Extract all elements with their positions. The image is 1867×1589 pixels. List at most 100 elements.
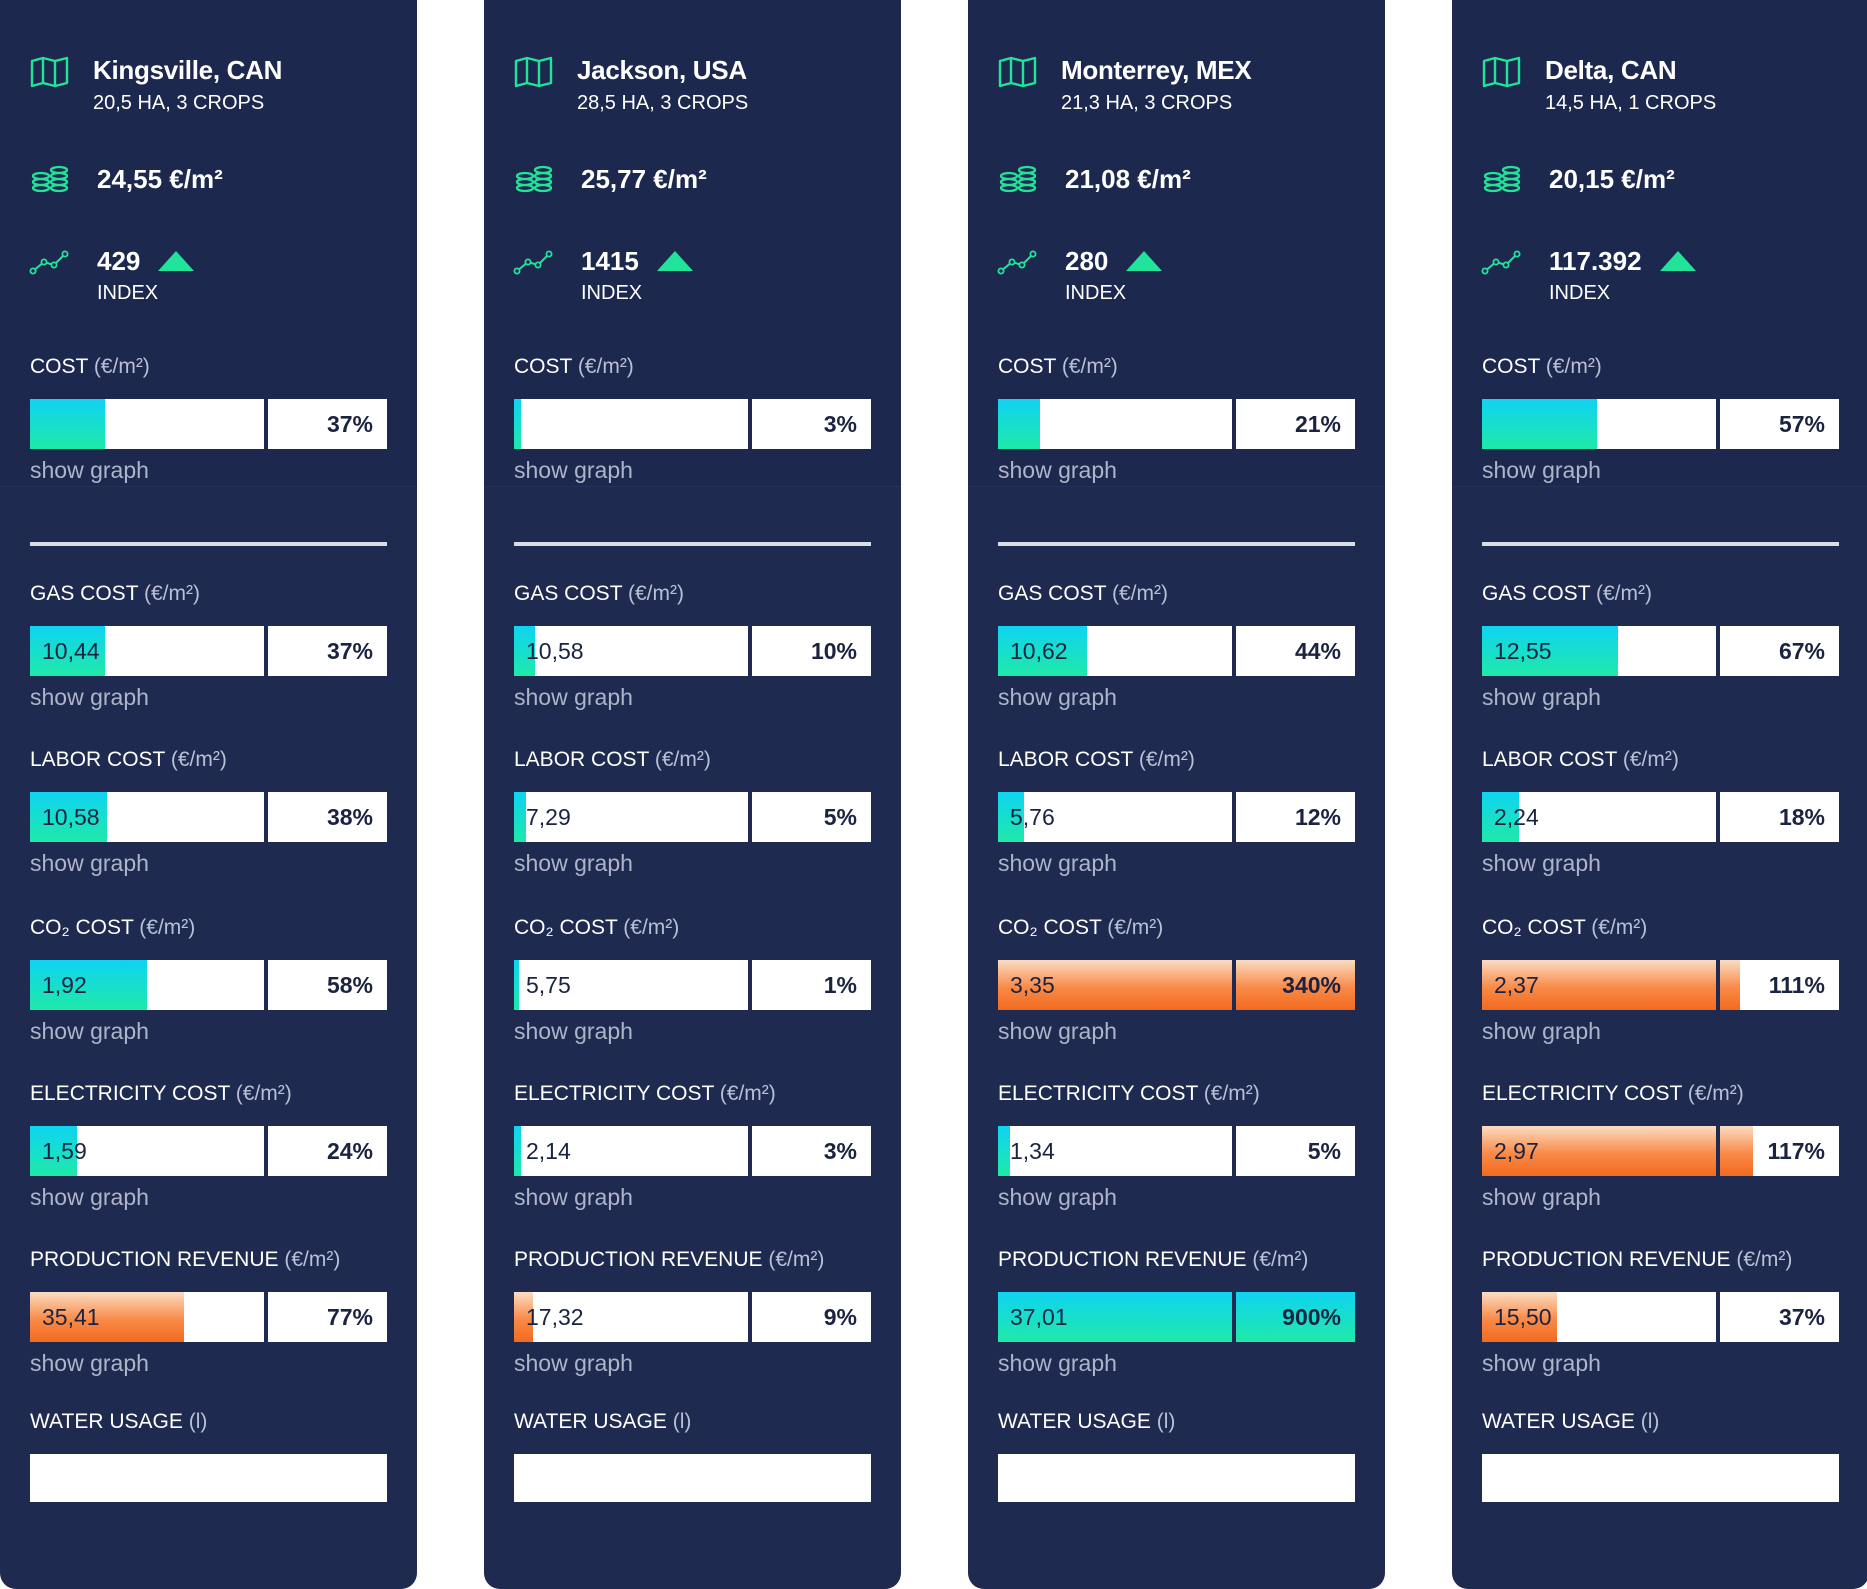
show-graph-link[interactable]: show graph: [30, 457, 149, 484]
show-graph-link[interactable]: show graph: [514, 850, 633, 877]
price-per-m2: 24,55 €/m²: [97, 164, 223, 194]
show-graph-link[interactable]: show graph: [514, 1018, 633, 1045]
show-graph-link[interactable]: show graph: [1482, 684, 1601, 711]
metric-unit: (€/m²): [1111, 582, 1168, 605]
show-graph-link[interactable]: show graph: [998, 457, 1117, 484]
index-value: 429: [97, 246, 141, 276]
coins-icon: [31, 165, 70, 199]
metric-bar: 10,44: [30, 626, 264, 676]
show-graph-link[interactable]: show graph: [30, 1184, 149, 1211]
metric-label: ELECTRICITY COST (€/m²): [1482, 1082, 1744, 1106]
metric-percent-box: 67%: [1720, 626, 1839, 676]
metric-unit: (€/m²): [627, 582, 684, 605]
metric-percent-box: 900%: [1236, 1292, 1355, 1342]
metric-name: LABOR COST: [30, 748, 165, 771]
metric-percent: 18%: [1778, 804, 1825, 830]
metric-name: CO₂ COST: [998, 916, 1102, 939]
show-graph-link[interactable]: show graph: [514, 1184, 633, 1211]
show-graph-link[interactable]: show graph: [998, 684, 1117, 711]
metric-label: GAS COST (€/m²): [998, 582, 1168, 606]
metric-bar: 15,50: [1482, 1292, 1716, 1342]
metric-percent: 24%: [326, 1138, 373, 1164]
show-graph-link[interactable]: show graph: [30, 1350, 149, 1377]
metric-percent: 37%: [326, 411, 373, 437]
section-divider: [1482, 542, 1839, 546]
metric-label: WATER USAGE (l): [998, 1410, 1175, 1434]
show-graph-link[interactable]: show graph: [998, 1018, 1117, 1045]
metric-name: PRODUCTION REVENUE: [30, 1248, 279, 1271]
metric-unit: (€/m²): [1687, 1082, 1744, 1105]
show-graph-link[interactable]: show graph: [1482, 1350, 1601, 1377]
show-graph-link[interactable]: show graph: [998, 1350, 1117, 1377]
metric-percent: 117%: [1767, 1138, 1825, 1164]
bar-fill: [514, 399, 522, 449]
metric-percent-box: 77%: [268, 1292, 387, 1342]
metric-percent-box: 37%: [268, 626, 387, 676]
bar-fill: [514, 960, 519, 1010]
metric-percent: 3%: [823, 1138, 857, 1164]
metric-label: PRODUCTION REVENUE (€/m²): [30, 1248, 340, 1272]
metric-name: GAS COST: [1482, 582, 1591, 605]
section-divider: [30, 542, 387, 546]
metric-percent-box: 18%: [1720, 792, 1839, 842]
metric-percent: 44%: [1294, 638, 1341, 664]
metric-label: ELECTRICITY COST (€/m²): [998, 1082, 1260, 1106]
metric-unit: (€/m²): [1545, 355, 1602, 378]
map-icon: [514, 56, 553, 92]
metric-unit: (€/m²): [1203, 1082, 1260, 1105]
index-label: INDEX: [1549, 282, 1611, 304]
show-graph-link[interactable]: show graph: [30, 684, 149, 711]
show-graph-link[interactable]: show graph: [30, 1018, 149, 1045]
metric-unit: (€/m²): [1252, 1248, 1309, 1271]
metric-unit: (€/m²): [170, 748, 227, 771]
metric-bar: 10,62: [998, 626, 1232, 676]
metric-percent-box: 3%: [752, 1126, 871, 1176]
map-icon: [1482, 56, 1521, 92]
metric-percent: 77%: [326, 1304, 373, 1330]
location-name: Delta, CAN: [1545, 55, 1677, 85]
metric-label: CO₂ COST (€/m²): [998, 916, 1163, 940]
metric-percent-box: 9%: [752, 1292, 871, 1342]
metric-unit: (l): [188, 1410, 208, 1433]
show-graph-link[interactable]: show graph: [998, 1184, 1117, 1211]
metric-percent-box: 12%: [1236, 792, 1355, 842]
show-graph-link[interactable]: show graph: [514, 457, 633, 484]
show-graph-link[interactable]: show graph: [514, 1350, 633, 1377]
index-value: 117.392: [1549, 246, 1642, 276]
metric-name: GAS COST: [30, 582, 139, 605]
metric-label: GAS COST (€/m²): [514, 582, 684, 606]
metric-bar: 10,58: [30, 792, 264, 842]
metric-label: CO₂ COST (€/m²): [1482, 916, 1647, 940]
metric-unit: (€/m²): [654, 748, 711, 771]
metric-name: PRODUCTION REVENUE: [1482, 1248, 1731, 1271]
location-details: 14,5 HA, 1 CROPS: [1545, 92, 1717, 114]
metric-bar: [1482, 399, 1716, 449]
metric-name: LABOR COST: [1482, 748, 1617, 771]
metric-label: GAS COST (€/m²): [30, 582, 200, 606]
price-per-m2: 25,77 €/m²: [581, 164, 707, 194]
show-graph-link[interactable]: show graph: [514, 684, 633, 711]
show-graph-link[interactable]: show graph: [30, 850, 149, 877]
water-usage-bar: [998, 1454, 1355, 1502]
show-graph-link[interactable]: show graph: [1482, 1184, 1601, 1211]
bar-fill-overflow: [1720, 1126, 1754, 1176]
metric-percent: 12%: [1294, 804, 1341, 830]
show-graph-link[interactable]: show graph: [1482, 850, 1601, 877]
metric-percent-box: 10%: [752, 626, 871, 676]
bar-fill-overflow: [1720, 960, 1741, 1010]
metric-unit: (€/m²): [1736, 1248, 1793, 1271]
metric-name: LABOR COST: [514, 748, 649, 771]
metric-name: COST: [1482, 355, 1540, 378]
show-graph-link[interactable]: show graph: [998, 850, 1117, 877]
bar-fill: [1482, 399, 1597, 449]
metric-value: 10,58: [42, 804, 100, 830]
bar-fill: [998, 399, 1041, 449]
metric-unit: (€/m²): [1138, 748, 1195, 771]
metric-percent: 9%: [823, 1304, 857, 1330]
trend-line-icon: [1481, 248, 1521, 281]
metric-label: COST (€/m²): [998, 355, 1118, 379]
metric-label: LABOR COST (€/m²): [1482, 748, 1679, 772]
show-graph-link[interactable]: show graph: [1482, 457, 1601, 484]
show-graph-link[interactable]: show graph: [1482, 1018, 1601, 1045]
metric-value: 17,32: [526, 1304, 584, 1330]
